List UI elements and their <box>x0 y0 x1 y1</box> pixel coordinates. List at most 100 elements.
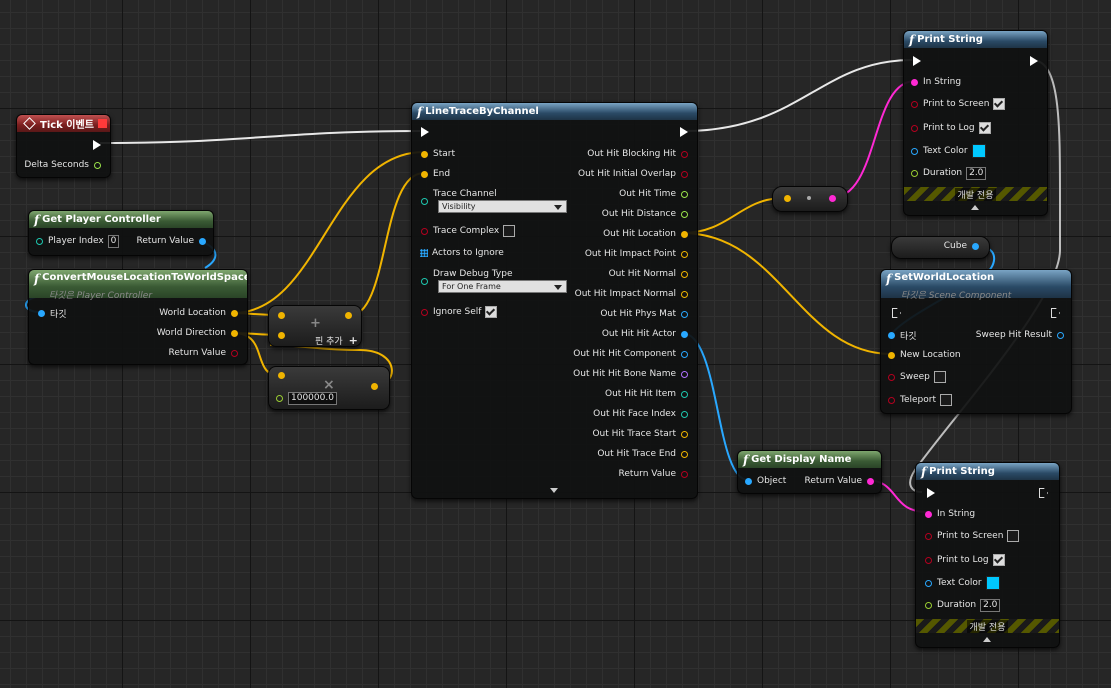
duration-pin[interactable] <box>911 169 918 177</box>
sweep-hit-result-pin[interactable] <box>1057 331 1064 339</box>
print-string-node-2[interactable]: f Print String In String Print to Screen… <box>915 462 1060 648</box>
print-to-screen-checkbox[interactable] <box>1007 530 1020 542</box>
sweep-checkbox[interactable] <box>933 371 946 383</box>
output-pin[interactable] <box>681 270 688 278</box>
ignore-self-pin[interactable] <box>421 308 428 316</box>
duration-pin[interactable] <box>925 601 932 609</box>
output-pin[interactable] <box>681 170 688 178</box>
ps2-exec-in-pin[interactable] <box>927 488 935 498</box>
end-pin[interactable] <box>421 170 428 178</box>
line-trace-node[interactable]: f LineTraceByChannel Start End Trace Cha… <box>411 102 698 499</box>
add-output-pin[interactable] <box>345 312 352 319</box>
trace-channel-dropdown[interactable]: Visibility <box>438 200 567 213</box>
tick-header[interactable]: Tick 이벤트 <box>17 115 110 132</box>
teleport-pin[interactable] <box>888 396 895 404</box>
convert-mouse-node[interactable]: f ConvertMouseLocationToWorldSpace 타깃은 P… <box>28 269 248 365</box>
delegate-pin[interactable] <box>98 119 107 128</box>
ltc-exec-in-pin[interactable] <box>421 127 429 137</box>
output-pin[interactable] <box>681 290 688 298</box>
set-world-location-node[interactable]: f SetWorldLocation 타깃은 Scene Component 타… <box>880 269 1072 414</box>
gpc-return-pin[interactable] <box>199 237 206 245</box>
output-pin[interactable] <box>681 350 688 358</box>
new-location-pin[interactable] <box>888 351 895 359</box>
output-pin[interactable] <box>681 190 688 198</box>
gdn-return-pin[interactable] <box>867 477 874 485</box>
get-player-controller-node[interactable]: f Get Player Controller Player Index 0 R… <box>28 210 214 256</box>
mul-input-b-pin[interactable] <box>276 394 283 402</box>
text-color-swatch[interactable] <box>985 576 1000 590</box>
start-pin[interactable] <box>421 150 428 158</box>
swl-exec-in-pin[interactable] <box>892 308 901 318</box>
add-input-a-pin[interactable] <box>278 312 285 319</box>
teleport-checkbox[interactable] <box>940 394 952 406</box>
output-pin[interactable] <box>681 150 688 158</box>
print-string-node-1[interactable]: f Print String In String Print to Screen… <box>903 30 1048 216</box>
ltc-exec-out-pin[interactable] <box>680 127 688 137</box>
draw-debug-pin[interactable] <box>421 277 428 285</box>
add-input-b-pin[interactable] <box>278 332 285 339</box>
trace-channel-pin[interactable] <box>421 197 428 205</box>
ps1-exec-in-pin[interactable] <box>913 56 921 66</box>
in-string-pin[interactable] <box>925 510 932 518</box>
ps1-header[interactable]: f Print String <box>904 31 1047 48</box>
print-to-screen-checkbox[interactable] <box>993 98 1006 110</box>
text-color-pin[interactable] <box>925 579 932 587</box>
swl-target-pin[interactable] <box>888 331 895 339</box>
output-pin[interactable] <box>681 450 688 458</box>
print-to-screen-pin[interactable] <box>925 532 932 540</box>
trace-complex-checkbox[interactable] <box>503 225 516 237</box>
output-pin[interactable] <box>681 430 688 438</box>
collapse-arrow-icon[interactable] <box>983 637 991 642</box>
ps2-exec-out-pin[interactable] <box>1039 488 1048 498</box>
duration-field[interactable]: 2.0 <box>980 598 1001 612</box>
vector-multiply-node[interactable]: × 100000.0 <box>268 366 390 410</box>
text-color-pin[interactable] <box>911 147 918 155</box>
output-pin[interactable] <box>681 370 688 378</box>
print-to-log-pin[interactable] <box>925 556 932 564</box>
expand-arrow-icon[interactable] <box>550 488 558 493</box>
draw-debug-dropdown[interactable]: For One Frame <box>438 280 567 293</box>
object-pin[interactable] <box>745 477 752 485</box>
output-pin[interactable] <box>681 210 688 218</box>
cube-variable-node[interactable]: Cube <box>891 236 990 259</box>
print-to-log-checkbox[interactable] <box>992 554 1005 566</box>
output-pin[interactable] <box>681 310 688 318</box>
world-location-pin[interactable] <box>231 309 238 317</box>
output-pin[interactable] <box>681 330 688 338</box>
swl-exec-out-pin[interactable] <box>1051 308 1060 318</box>
array-pin-icon[interactable] <box>420 249 428 257</box>
mul-value-field[interactable]: 100000.0 <box>288 391 337 405</box>
collapse-arrow-icon[interactable] <box>971 205 979 210</box>
gdn-header[interactable]: f Get Display Name <box>738 451 881 468</box>
duration-field[interactable]: 2.0 <box>966 166 987 180</box>
reroute-in-pin[interactable] <box>784 195 791 202</box>
tick-exec-out-pin[interactable] <box>93 140 101 150</box>
cube-out-pin[interactable] <box>972 243 979 250</box>
print-to-log-pin[interactable] <box>911 124 918 132</box>
ltc-header[interactable]: f LineTraceByChannel <box>412 103 697 120</box>
ps1-exec-out-pin[interactable] <box>1030 56 1038 66</box>
print-to-log-checkbox[interactable] <box>978 122 991 134</box>
vector-add-node[interactable]: + 핀 추가 + <box>268 305 362 347</box>
mul-output-pin[interactable] <box>371 383 378 390</box>
player-index-pin[interactable] <box>36 237 43 245</box>
trace-complex-pin[interactable] <box>421 227 428 235</box>
delta-seconds-pin[interactable] <box>94 161 101 169</box>
reroute-node[interactable] <box>772 186 848 212</box>
add-pin-button[interactable]: 핀 추가 + <box>315 334 358 347</box>
print-to-screen-pin[interactable] <box>911 100 918 108</box>
gpc-header[interactable]: f Get Player Controller <box>29 211 213 228</box>
output-pin[interactable] <box>681 470 688 478</box>
reroute-out-pin[interactable] <box>829 195 836 202</box>
tick-event-node[interactable]: Tick 이벤트 Delta Seconds <box>16 114 111 178</box>
ps2-header[interactable]: f Print String <box>916 463 1059 480</box>
in-string-pin[interactable] <box>911 78 918 86</box>
output-pin[interactable] <box>681 390 688 398</box>
mul-input-a-pin[interactable] <box>278 372 285 379</box>
output-pin[interactable] <box>681 410 688 418</box>
world-direction-pin[interactable] <box>231 329 238 337</box>
get-display-name-node[interactable]: f Get Display Name Object Return Value <box>737 450 882 494</box>
ignore-self-checkbox[interactable] <box>485 306 498 318</box>
cmw-return-pin[interactable] <box>231 349 238 357</box>
cmw-target-pin[interactable] <box>38 309 45 317</box>
